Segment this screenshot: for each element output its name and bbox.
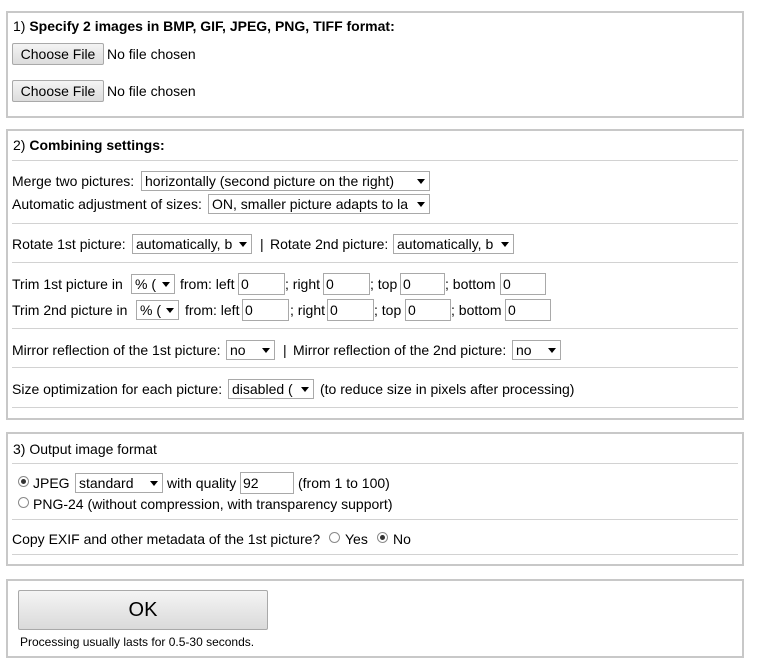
chevron-down-icon (239, 242, 247, 247)
section-input-files: 1) Specify 2 images in BMP, GIF, JPEG, P… (6, 11, 744, 118)
trim2-right-label: ; right (290, 302, 326, 318)
exif-no-label: No (393, 531, 411, 547)
merge-select[interactable]: horizontally (second picture on the righ… (141, 171, 430, 191)
divider (12, 519, 738, 520)
file-status-2: No file chosen (107, 83, 196, 99)
mirror1-select[interactable]: no (226, 340, 275, 360)
choose-file-button-1[interactable]: Choose File (12, 43, 104, 65)
size-opt-note: (to reduce size in pixels after processi… (320, 381, 575, 397)
auto-adjust-select[interactable]: ON, smaller picture adapts to la (208, 194, 430, 214)
divider (12, 160, 738, 161)
trim2-from-left-label: from: left (185, 302, 240, 318)
trim1-top-input[interactable] (400, 273, 445, 295)
trim2-top-input[interactable] (405, 299, 451, 321)
section1-title: Specify 2 images in BMP, GIF, JPEG, PNG,… (29, 18, 395, 34)
trim1-unit-select[interactable]: % ( (131, 274, 175, 294)
trim2-bottom-label: ; bottom (451, 302, 502, 318)
quality-label: with quality (167, 475, 237, 491)
merge-label: Merge two pictures: (12, 173, 135, 189)
trim2-bottom-input[interactable] (505, 299, 551, 321)
trim1-right-label: ; right (285, 276, 321, 292)
section-submit: OK Processing usually lasts for 0.5-30 s… (6, 579, 744, 658)
chevron-down-icon (501, 242, 509, 247)
rotate-separator: | (260, 236, 264, 252)
quality-note: (from 1 to 100) (298, 475, 390, 491)
trim1-bottom-label: ; bottom (445, 276, 496, 292)
exif-yes-radio[interactable] (329, 532, 340, 543)
chevron-down-icon (262, 348, 270, 353)
divider (12, 367, 738, 368)
processing-note: Processing usually lasts for 0.5-30 seco… (20, 635, 255, 649)
mirror2-select[interactable]: no (512, 340, 561, 360)
divider (12, 463, 738, 464)
divider (12, 554, 738, 555)
exif-label: Copy EXIF and other metadata of the 1st … (12, 531, 321, 547)
trim2-label: Trim 2nd picture in (12, 302, 128, 318)
trim2-right-input[interactable] (327, 299, 374, 321)
trim1-label: Trim 1st picture in (12, 276, 123, 292)
ok-button[interactable]: OK (18, 590, 268, 630)
trim2-unit-select[interactable]: % ( (136, 300, 179, 320)
chevron-down-icon (417, 179, 425, 184)
file-status-1: No file chosen (107, 46, 196, 62)
jpeg-label: JPEG (33, 475, 70, 491)
divider (12, 223, 738, 224)
section1-heading: 1) Specify 2 images in BMP, GIF, JPEG, P… (13, 18, 395, 34)
auto-adjust-label: Automatic adjustment of sizes: (12, 196, 202, 212)
rotate1-select[interactable]: automatically, b (132, 234, 252, 254)
quality-input[interactable] (240, 472, 294, 494)
png-radio[interactable] (18, 497, 29, 508)
exif-no-radio[interactable] (377, 532, 388, 543)
choose-file-button-2[interactable]: Choose File (12, 80, 104, 102)
divider (12, 262, 738, 263)
chevron-down-icon (162, 282, 170, 287)
trim2-top-label: ; top (374, 302, 402, 318)
divider (12, 328, 738, 329)
trim2-left-input[interactable] (242, 299, 289, 321)
size-opt-label: Size optimization for each picture: (12, 381, 223, 397)
trim1-top-label: ; top (370, 276, 398, 292)
mirror1-label: Mirror reflection of the 1st picture: (12, 342, 221, 358)
mirror-separator: | (283, 342, 287, 358)
jpeg-mode-select[interactable]: standard (75, 473, 163, 493)
exif-yes-label: Yes (345, 531, 368, 547)
trim1-left-input[interactable] (238, 273, 285, 295)
section2-title: Combining settings: (29, 137, 165, 153)
rotate2-label: Rotate 2nd picture: (270, 236, 389, 252)
section-output-format: 3) Output image format JPEG standard wit… (6, 432, 744, 566)
chevron-down-icon (150, 481, 158, 486)
chevron-down-icon (166, 308, 174, 313)
chevron-down-icon (301, 387, 309, 392)
size-opt-select[interactable]: disabled ( (228, 379, 314, 399)
trim1-right-input[interactable] (323, 273, 370, 295)
jpeg-radio[interactable] (18, 476, 29, 487)
chevron-down-icon (417, 202, 425, 207)
section2-heading: 2) Combining settings: (13, 137, 165, 153)
trim1-bottom-input[interactable] (500, 273, 546, 295)
section-combining-settings: 2) Combining settings: Merge two picture… (6, 129, 744, 420)
rotate1-label: Rotate 1st picture: (12, 236, 126, 252)
divider (12, 407, 738, 408)
rotate2-select[interactable]: automatically, b (393, 234, 514, 254)
png-label: PNG-24 (without compression, with transp… (33, 496, 393, 512)
mirror2-label: Mirror reflection of the 2nd picture: (293, 342, 507, 358)
chevron-down-icon (548, 348, 556, 353)
trim1-from-left-label: from: left (180, 276, 235, 292)
section3-title: 3) Output image format (13, 441, 157, 457)
